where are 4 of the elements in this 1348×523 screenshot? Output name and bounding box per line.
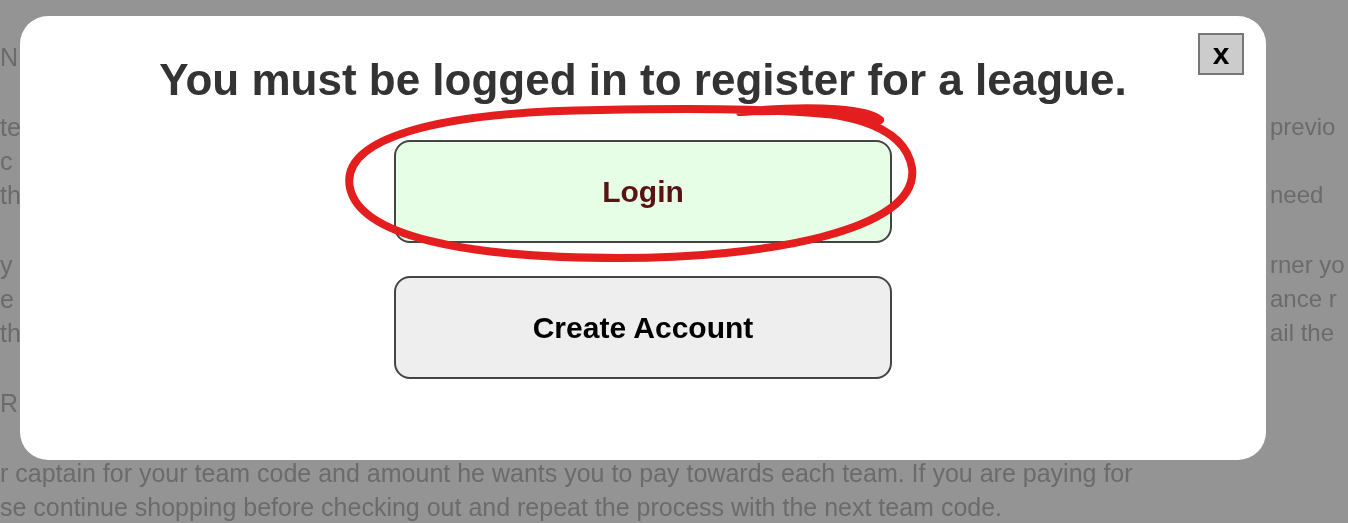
login-button[interactable]: Login <box>394 140 892 243</box>
dialog-title: You must be logged in to register for a league. <box>159 54 1127 106</box>
create-account-button[interactable]: Create Account <box>394 276 892 379</box>
close-button[interactable]: x <box>1198 33 1244 75</box>
